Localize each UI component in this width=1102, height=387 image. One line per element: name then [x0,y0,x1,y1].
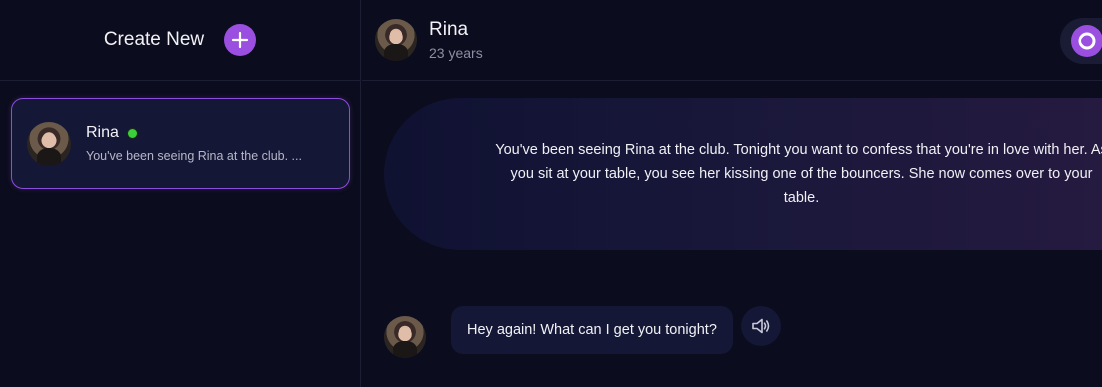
character-age: 23 years [429,45,483,61]
online-status-dot [126,127,138,139]
create-new-button[interactable] [224,24,257,56]
message-bubble: Hey again! What can I get you tonight? [451,306,733,354]
avatar [27,121,71,166]
scenario-text: You've been seeing Rina at the club. Ton… [495,142,1102,206]
chat-list-item[interactable]: Rina You've been seeing Rina at the club… [11,98,350,189]
profile-ring-icon [1071,25,1102,57]
chat-list-item-text: Rina You've been seeing Rina at the club… [86,124,302,163]
speaker-icon [752,318,770,334]
character-name: Rina [429,19,469,40]
scenario-card: You've been seeing Rina at the club. Ton… [384,98,1102,250]
chat-name: Rina [86,124,119,141]
message-row: Hey again! What can I get you tonight? [384,306,781,358]
profile-button[interactable] [1060,18,1102,64]
create-new-header: Create New [0,0,360,81]
sidebar: Create New Rina You've been seeing Rina … [0,0,361,387]
avatar [384,316,426,358]
chat-header: Rina 23 years [362,0,1102,81]
play-audio-button[interactable] [740,306,781,346]
chat-preview: You've been seeing Rina at the club. ... [86,149,302,163]
create-new-label: Create New [103,29,205,50]
character-info: Rina 23 years [429,19,483,61]
avatar[interactable] [375,19,417,61]
app: Create New Rina You've been seeing Rina … [0,0,1102,387]
chat-panel: Rina 23 years You've been seeing Rina at… [362,0,1102,387]
plus-icon [232,31,249,49]
chat-name-row: Rina [86,124,302,142]
